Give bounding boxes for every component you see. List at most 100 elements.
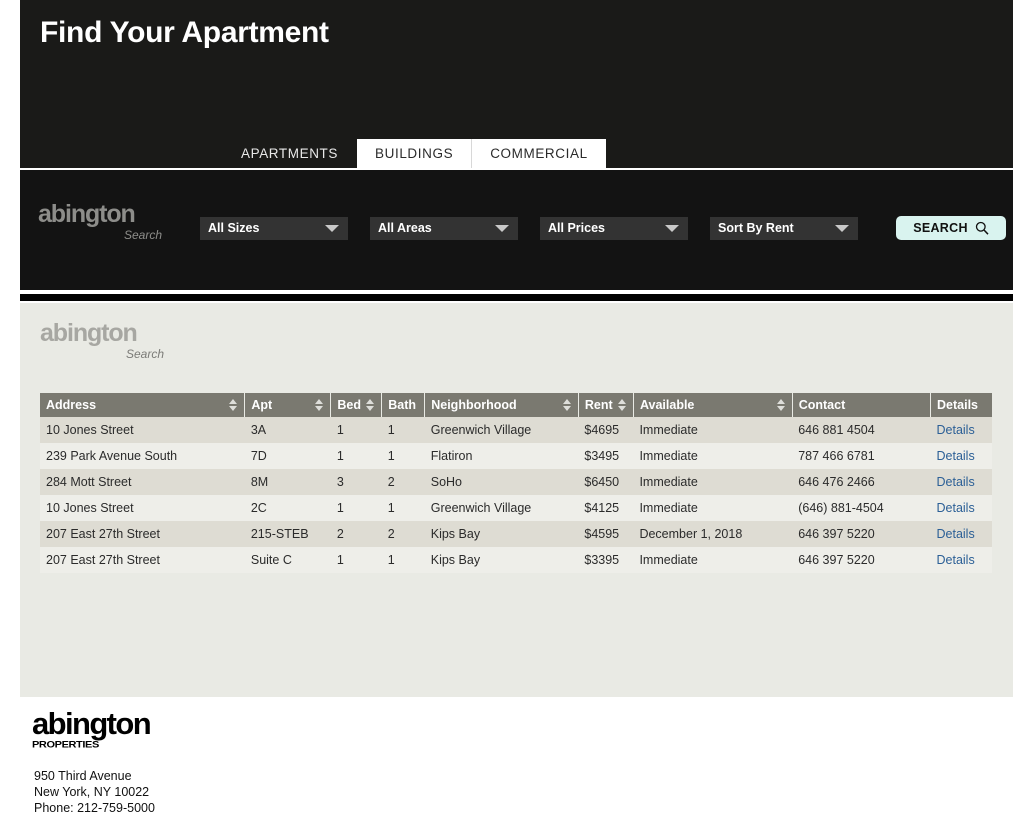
column-header-apt[interactable]: Apt	[244, 393, 332, 417]
column-header-bed[interactable]: Bed	[330, 393, 383, 417]
column-header-available[interactable]: Available	[633, 393, 793, 417]
column-header-details-label: Details	[937, 398, 978, 412]
results-logo-subtitle: Search	[125, 347, 164, 361]
filter-size-value: All Sizes	[208, 221, 260, 235]
listings-table: Address Apt Bed Bath Neighborhood Rent A…	[40, 393, 992, 573]
filter-size-dropdown[interactable]: All Sizes	[200, 216, 348, 240]
cell-address: 10 Jones Street	[46, 423, 134, 437]
filter-area-dropdown[interactable]: All Areas	[370, 216, 518, 240]
cell-apt: 3A	[250, 423, 267, 437]
sort-arrows-icon	[366, 399, 375, 411]
search-logo: abington Search	[38, 200, 168, 243]
results-logo-word: abington	[40, 319, 138, 347]
column-header-bath[interactable]: Bath	[381, 393, 426, 417]
column-header-address-label: Address	[46, 398, 97, 412]
table-body: 10 Jones Street 3A 1 1 Greenwich Village…	[40, 417, 992, 573]
table-row[interactable]: 10 Jones Street 3A 1 1 Greenwich Village…	[40, 417, 992, 443]
column-header-rent-label: Rent	[584, 398, 613, 412]
chevron-down-icon	[665, 224, 679, 232]
tab-bar: APARTMENTS BUILDINGS COMMERCIAL	[223, 139, 606, 168]
tab-buildings[interactable]: BUILDINGS	[357, 139, 473, 168]
column-header-contact[interactable]: Contact	[792, 393, 932, 417]
cell-neighborhood: Greenwich Village	[430, 501, 532, 515]
cell-apt: 7D	[250, 449, 267, 463]
cell-rent: $6450	[584, 475, 620, 489]
footer-logo-word: abington	[32, 706, 152, 741]
cell-rent: $3495	[584, 449, 620, 463]
cell-rent: $3395	[584, 553, 620, 567]
column-header-details[interactable]: Details	[930, 393, 992, 417]
table-row[interactable]: 284 Mott Street 8M 3 2 SoHo $6450 Immedi…	[40, 469, 992, 495]
filter-sort-value: Sort By Rent	[718, 221, 794, 235]
cell-contact: 646 881 4504	[798, 423, 875, 437]
cell-contact: 646 397 5220	[798, 527, 875, 541]
cell-details: Details	[931, 469, 993, 495]
search-button[interactable]: SEARCH	[896, 216, 1006, 240]
filter-group: All Sizes All Areas All Prices Sort By R…	[200, 216, 1006, 240]
cell-bed: 1	[336, 423, 344, 437]
footer-logo-subtitle: PROPERTIES	[32, 740, 99, 751]
cell-available: Immediate	[639, 475, 698, 489]
column-header-address[interactable]: Address	[40, 393, 246, 417]
search-logo-word: abington	[38, 200, 136, 228]
column-header-rent[interactable]: Rent	[578, 393, 634, 417]
cell-available: Immediate	[639, 449, 698, 463]
cell-available: Immediate	[639, 501, 698, 515]
table-row[interactable]: 207 East 27th Street Suite C 1 1 Kips Ba…	[40, 547, 992, 573]
details-link[interactable]: Details	[937, 553, 975, 567]
filter-price-value: All Prices	[548, 221, 605, 235]
cell-available: Immediate	[639, 423, 698, 437]
cell-neighborhood: SoHo	[430, 475, 463, 489]
cell-bed: 1	[336, 501, 344, 515]
sort-arrows-icon	[229, 399, 238, 411]
table-header: Address Apt Bed Bath Neighborhood Rent A…	[40, 393, 992, 417]
search-button-label: SEARCH	[913, 221, 968, 235]
cell-contact: 646 397 5220	[798, 553, 875, 567]
table-row[interactable]: 207 East 27th Street 215-STEB 2 2 Kips B…	[40, 521, 992, 547]
table-row[interactable]: 239 Park Avenue South 7D 1 1 Flatiron $3…	[40, 443, 992, 469]
sort-arrows-icon	[315, 399, 324, 411]
page-title: Find Your Apartment	[40, 16, 329, 49]
cell-apt: 2C	[250, 501, 267, 515]
cell-available: Immediate	[639, 553, 698, 567]
details-link[interactable]: Details	[937, 475, 975, 489]
tab-apartments[interactable]: APARTMENTS	[223, 139, 358, 168]
cell-bath: 1	[387, 501, 395, 515]
cell-bath: 1	[387, 553, 395, 567]
cell-details: Details	[931, 443, 993, 469]
tab-apartments-label: APARTMENTS	[241, 146, 339, 161]
cell-bath: 1	[387, 449, 395, 463]
cell-address: 207 East 27th Street	[46, 527, 160, 541]
column-header-neighborhood[interactable]: Neighborhood	[424, 393, 579, 417]
search-logo-subtitle: Search	[123, 228, 162, 242]
sort-arrows-icon	[617, 399, 627, 411]
column-header-bath-label: Bath	[388, 398, 416, 412]
cell-neighborhood: Greenwich Village	[430, 423, 532, 437]
cell-contact: 787 466 6781	[798, 449, 875, 463]
cell-address: 10 Jones Street	[46, 501, 134, 515]
filter-price-dropdown[interactable]: All Prices	[540, 216, 688, 240]
sort-arrows-icon	[776, 399, 786, 411]
filter-sort-dropdown[interactable]: Sort By Rent	[710, 216, 858, 240]
details-link[interactable]: Details	[937, 449, 975, 463]
cell-neighborhood: Kips Bay	[430, 553, 481, 567]
section-divider	[20, 294, 1013, 301]
footer-address-line2: New York, NY 10022	[34, 785, 150, 799]
details-link[interactable]: Details	[937, 423, 975, 437]
footer-phone: Phone: 212-759-5000	[34, 801, 155, 815]
cell-details: Details	[931, 417, 993, 443]
chevron-down-icon	[495, 224, 509, 232]
results-panel: abington Search Address Apt Bed Bath Nei…	[20, 303, 1013, 697]
details-link[interactable]: Details	[937, 527, 975, 541]
cell-bath: 2	[387, 527, 395, 541]
tab-commercial[interactable]: COMMERCIAL	[472, 139, 606, 168]
cell-bed: 1	[336, 449, 344, 463]
details-link[interactable]: Details	[937, 501, 975, 515]
cell-available: December 1, 2018	[639, 527, 743, 541]
table-row[interactable]: 10 Jones Street 2C 1 1 Greenwich Village…	[40, 495, 992, 521]
column-header-available-label: Available	[639, 398, 695, 412]
tab-buildings-label: BUILDINGS	[375, 146, 454, 161]
cell-neighborhood: Flatiron	[430, 449, 473, 463]
cell-bath: 1	[387, 423, 395, 437]
sort-arrows-icon	[562, 399, 572, 411]
